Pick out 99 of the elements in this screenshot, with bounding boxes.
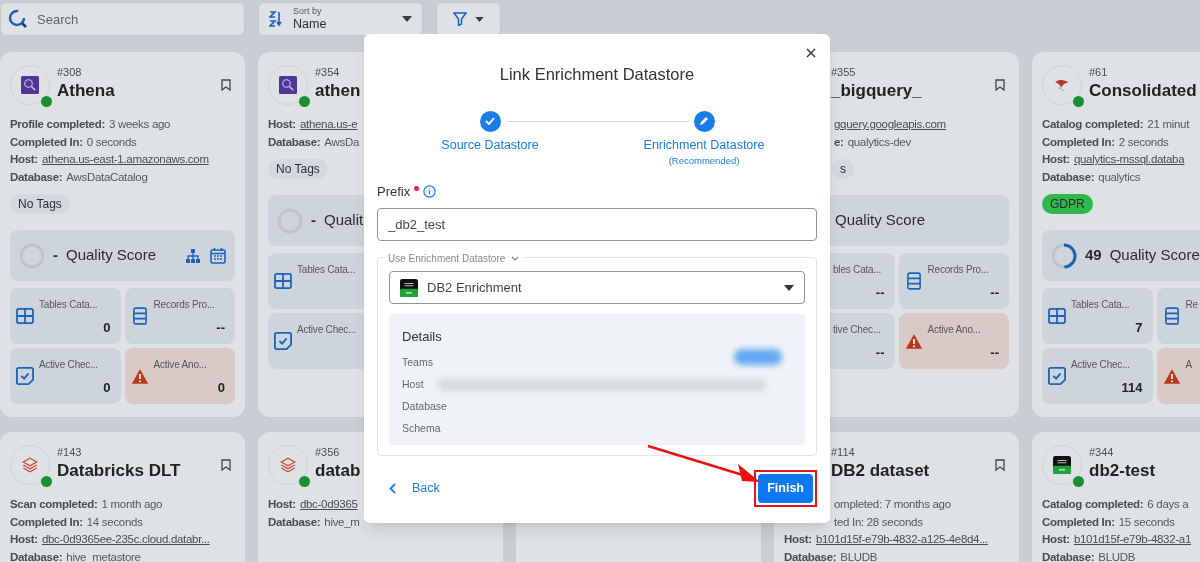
quality-score-label: Qualit (324, 210, 364, 231)
step-label: Enrichment Datastore (643, 136, 765, 154)
stat-value: 0 (216, 379, 225, 397)
step-sublabel: (Recommended) (668, 154, 740, 166)
stat-value: -- (215, 319, 225, 337)
stat-label: tive Chec... (832, 323, 882, 337)
datastore-number: #143 (57, 445, 83, 459)
detail-label: Host (402, 376, 424, 392)
field-label: Host: (10, 532, 38, 547)
stat-value: 7 (1134, 319, 1143, 337)
field-label: Host: (10, 152, 38, 167)
datastore-number: #356 (315, 445, 341, 459)
datastore-name: Databricks DLT (57, 460, 181, 482)
stat-label: bles Cata... (832, 263, 883, 277)
datastore-name: DB2 dataset (831, 460, 930, 482)
score-value: 49 (1085, 245, 1102, 266)
field-label: Database: (1042, 169, 1095, 185)
field-value: hive_m (324, 514, 360, 530)
field-label: Database: (1042, 549, 1095, 562)
stat-value: -- (874, 284, 885, 302)
score-value: - (53, 245, 58, 266)
datastore-number: #61 (1089, 65, 1109, 79)
field-label: Completed In: (1042, 134, 1115, 150)
datastore-number: #308 (57, 65, 83, 79)
stat-label: Active Ano... (927, 323, 982, 337)
stat-label: Active Ano... (153, 358, 208, 372)
stat-label: Tables Cata... (297, 263, 357, 277)
datastore-name: datab (315, 460, 361, 482)
field-value: qualytics (1098, 169, 1141, 185)
dialog-title: Link Enrichment Datastore (498, 64, 696, 85)
field-value: BLUDB (840, 549, 878, 562)
field-label: Database: (268, 514, 321, 530)
stat-label: Active Chec... (297, 323, 357, 337)
stat-label: A (1185, 358, 1193, 372)
quality-score-label: Quality Score (66, 245, 157, 266)
field-value: AwsDataCatalog (66, 169, 148, 185)
stat-value: 0 (102, 319, 111, 337)
field-label: Scan completed: (10, 497, 98, 512)
stat-label: Active Chec... (39, 358, 99, 372)
field-value: qualytics-dev (847, 134, 911, 150)
field-label: Host: (1042, 152, 1070, 167)
datastore-number: #344 (1089, 445, 1115, 459)
field-value: 6 days a (1147, 497, 1189, 512)
field-value: 1 month ago (101, 497, 163, 512)
stat-label: Tables Cata... (39, 298, 99, 312)
field-value: 3 weeks ago (108, 117, 171, 132)
datastore-name: db2-test (1089, 460, 1156, 482)
stat-label: Re (1185, 298, 1199, 312)
field-label: Host: (268, 497, 296, 512)
datastore-name: _bigquery_ (831, 80, 922, 102)
prefix-label: Prefix (377, 182, 411, 201)
field-value: 2 seconds (1118, 134, 1169, 150)
field-value: 14 seconds (86, 514, 143, 530)
details-title: Details (402, 328, 443, 346)
stat-value: -- (989, 344, 999, 362)
field-label: e: (834, 134, 844, 150)
field-value: ompleted: 7 months ago (834, 497, 951, 512)
datastore-name: Consolidated (1089, 80, 1197, 102)
stat-label: Records Pro... (153, 298, 216, 312)
datastore-number: #114 (831, 445, 856, 459)
field-label: Database: (10, 549, 63, 562)
quality-score-label: Quality Score (835, 210, 926, 231)
stat-label: Records Pro... (927, 263, 990, 277)
field-value: 21 minut (1147, 117, 1190, 132)
field-label: Database: (10, 169, 63, 185)
field-value: 0 seconds (86, 134, 137, 150)
field-label: Host: (1042, 532, 1070, 547)
score-value: - (311, 210, 316, 231)
stat-value: 114 (1120, 379, 1143, 397)
field-value: 15 seconds (1118, 514, 1175, 530)
datastore-number: #354 (315, 65, 341, 79)
field-value: BLUDB (1098, 549, 1136, 562)
stat-label: Tables Cata... (1071, 298, 1131, 312)
field-label: Profile completed: (10, 117, 105, 132)
field-label: Completed In: (10, 514, 83, 530)
quality-score-label: Quality Score (1109, 245, 1200, 266)
datastore-name: Athena (57, 80, 115, 102)
stat-label: Active Chec... (1071, 358, 1131, 372)
datastore-number: #355 (831, 65, 857, 79)
step-label: Source Datastore (441, 136, 539, 154)
detail-label: Schema (402, 420, 441, 436)
field-label: Host: (784, 532, 812, 547)
datastore-name: athen (315, 80, 361, 102)
fieldset-legend: Use Enrichment Datastore (388, 251, 506, 266)
field-label: Completed In: (10, 134, 83, 150)
field-label: Host: (268, 117, 296, 132)
detail-label: Database (402, 398, 447, 414)
stat-value: -- (989, 284, 999, 302)
stat-value: 0 (102, 379, 111, 397)
field-label: Catalog completed: (1042, 497, 1144, 512)
field-value: hive_metastore (66, 549, 141, 562)
field-label: Database: (784, 549, 837, 562)
field-label: Completed In: (1042, 514, 1115, 530)
field-value: AwsDa (324, 134, 359, 150)
stat-value: -- (874, 344, 885, 362)
field-value: ted In: 28 seconds (834, 514, 923, 530)
field-label: Database: (268, 134, 321, 150)
detail-label: Teams (402, 354, 433, 370)
field-label: Catalog completed: (1042, 117, 1144, 132)
